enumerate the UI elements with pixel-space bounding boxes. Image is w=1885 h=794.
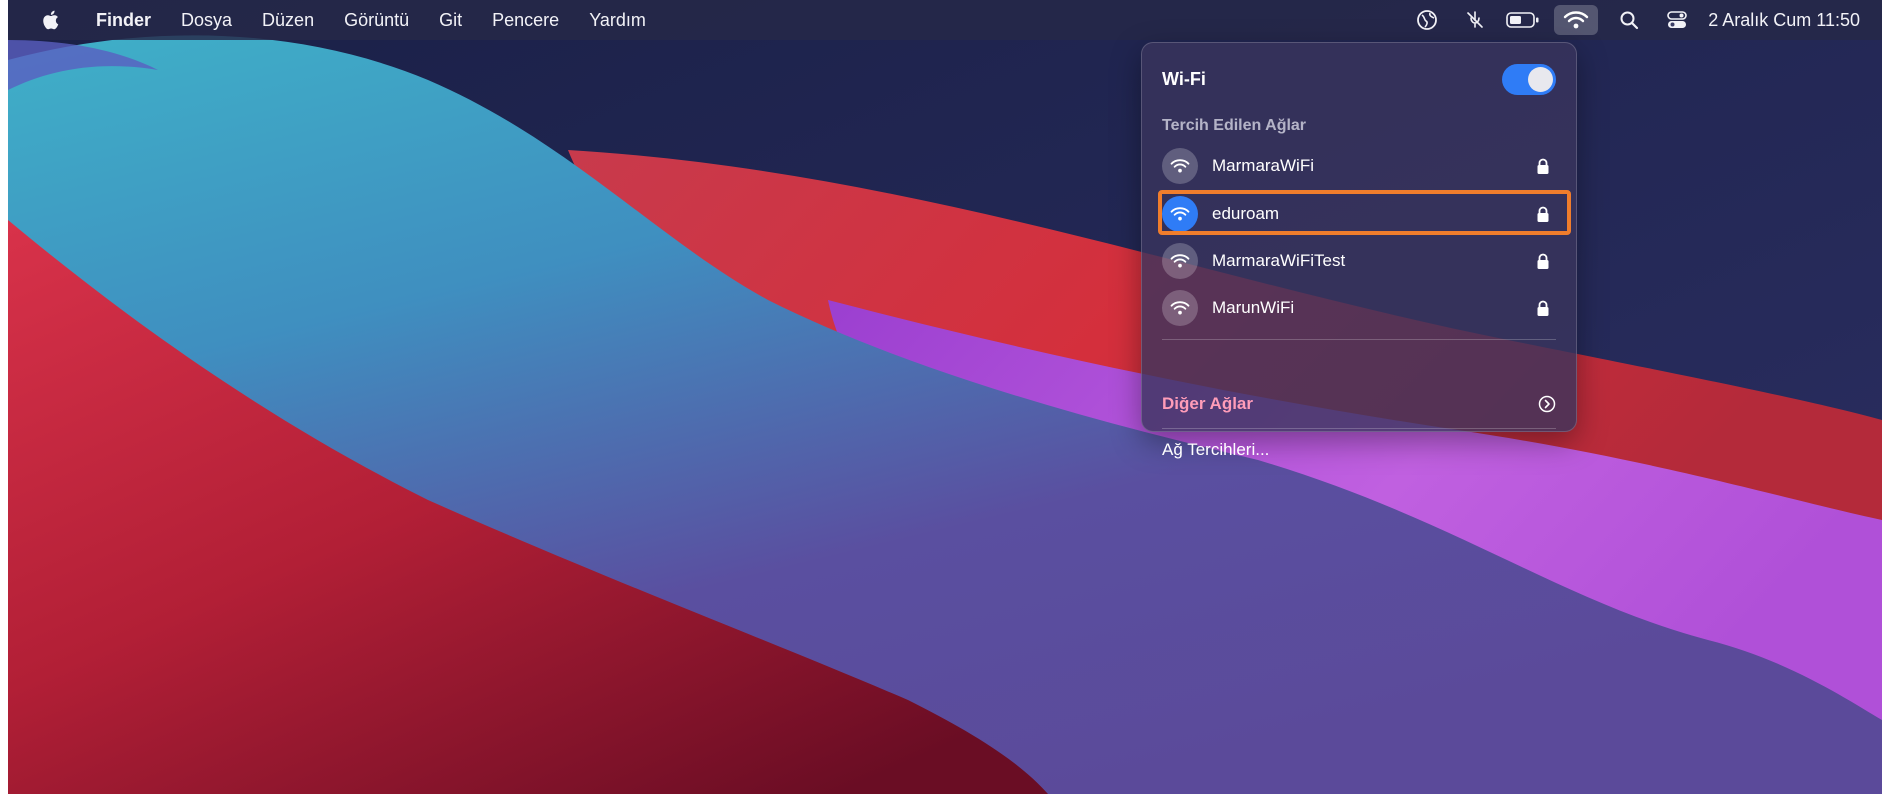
network-name: MarmaraWiFiTest <box>1212 251 1346 270</box>
menu-git[interactable]: Git <box>424 0 477 40</box>
divider <box>1162 428 1556 429</box>
desktop-wallpaper <box>8 0 1882 794</box>
battery-icon[interactable] <box>1506 5 1540 35</box>
menu-bar-clock[interactable]: 2 Aralık Cum 11:50 <box>1708 10 1860 31</box>
menu-bar: Finder Dosya Düzen Görüntü Git Pencere Y… <box>8 0 1882 40</box>
wifi-menu-header: Wi-Fi <box>1162 61 1556 97</box>
search-icon[interactable] <box>1612 5 1646 35</box>
lock-icon <box>1536 157 1552 175</box>
mic-muted-icon[interactable] <box>1458 5 1492 35</box>
lock-icon <box>1536 252 1552 270</box>
wifi-signal-icon <box>1162 148 1198 184</box>
network-row-marmarawifitest[interactable]: MarmaraWiFiTest <box>1162 240 1556 282</box>
other-networks-label: Diğer Ağlar <box>1162 394 1254 413</box>
network-name: MarmaraWiFi <box>1212 156 1314 175</box>
wifi-icon[interactable] <box>1554 5 1599 35</box>
menu-app-finder[interactable]: Finder <box>88 0 166 40</box>
wifi-toggle[interactable] <box>1502 63 1556 95</box>
network-row-marunwifi[interactable]: MarunWiFi <box>1162 287 1556 329</box>
wifi-toggle-knob <box>1528 66 1553 92</box>
network-preferences-item[interactable]: Ağ Tercihleri... <box>1162 440 1269 460</box>
menu-dosya[interactable]: Dosya <box>166 0 247 40</box>
globe-icon[interactable] <box>1410 5 1444 35</box>
lock-icon <box>1536 299 1552 317</box>
wifi-signal-icon <box>1162 290 1198 326</box>
preferred-networks-label: Tercih Edilen Ağlar <box>1162 117 1307 134</box>
network-row-marmarawifi[interactable]: MarmaraWiFi <box>1162 145 1556 187</box>
menu-yardim[interactable]: Yardım <box>574 0 661 40</box>
wifi-menu-title: Wi-Fi <box>1162 68 1206 89</box>
desktop: Finder Dosya Düzen Görüntü Git Pencere Y… <box>8 0 1882 794</box>
wifi-menu-popover: Wi-Fi Tercih Edilen Ağlar MarmaraWiFi ed… <box>1141 42 1577 459</box>
menu-goruntu[interactable]: Görüntü <box>329 0 424 40</box>
chevron-right-icon <box>1538 395 1556 413</box>
divider <box>1162 339 1556 340</box>
menu-pencere[interactable]: Pencere <box>477 0 574 40</box>
eduroam-highlight-box <box>1158 190 1571 235</box>
control-center-icon[interactable] <box>1660 5 1694 35</box>
menu-duzen[interactable]: Düzen <box>247 0 329 40</box>
other-networks-row[interactable]: Diğer Ağlar <box>1162 388 1556 420</box>
apple-logo-icon[interactable] <box>40 9 62 31</box>
network-name: MarunWiFi <box>1212 298 1295 317</box>
wifi-signal-icon <box>1162 243 1198 279</box>
